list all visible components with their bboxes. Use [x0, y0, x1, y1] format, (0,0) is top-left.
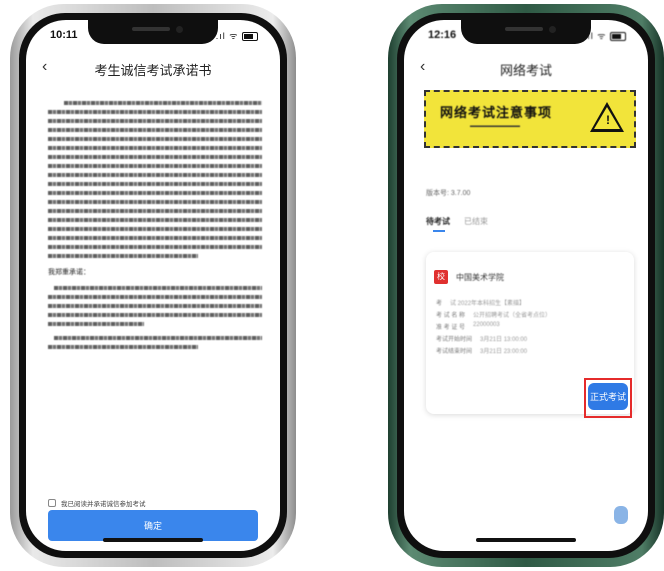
phone-exam: 12:16 .ıl ᯤ ‹ 网络考试 网络考试注意事项 ▬▬▬▬▬▬▬▬▬▬ !…: [388, 4, 664, 567]
info-row: 考试结束时间 3月21日 23:00:00: [436, 349, 528, 355]
tab-underline: [433, 230, 445, 232]
agree-checkbox[interactable]: [48, 499, 56, 507]
banner-subtext: ▬▬▬▬▬▬▬▬▬▬: [470, 123, 520, 129]
phone-pledge: 10:11 .ıl ᯤ ‹ 考生诚信考试承诺书 我郑重承诺： 我已阅读并承诺诚信…: [10, 4, 296, 567]
home-indicator[interactable]: [476, 538, 576, 542]
info-row: 考试 2022年本科招生【素描】: [436, 301, 526, 307]
notice-banner[interactable]: 网络考试注意事项 ▬▬▬▬▬▬▬▬▬▬ !: [424, 90, 636, 148]
settings-gear-icon[interactable]: ⚙: [616, 550, 636, 551]
pledge-item-2: [48, 336, 262, 349]
pledge-text: 我郑重承诺：: [48, 98, 262, 359]
version-label: 版本号: 3.7.00: [426, 190, 471, 197]
exam-tabs: 待考试 已结束: [426, 216, 488, 227]
start-exam-button[interactable]: 正式考试: [588, 383, 628, 410]
assistant-avatar-icon[interactable]: [614, 506, 628, 524]
navbar: ‹ 考生诚信考试承诺书: [26, 56, 280, 82]
tab-finished[interactable]: 已结束: [464, 216, 488, 227]
info-row: 准 考 证 号 22000003: [436, 322, 500, 331]
school-logo-icon: 校: [434, 270, 448, 284]
exclamation-icon: !: [606, 113, 610, 127]
agree-label: 我已阅读并承诺诚信参加考试: [61, 501, 146, 508]
info-row: 考试开始时间 3月21日 13:00:00: [436, 337, 528, 343]
page-title: 网络考试: [499, 63, 552, 78]
agree-row[interactable]: 我已阅读并承诺诚信参加考试: [48, 498, 146, 508]
confirm-button[interactable]: 确定: [48, 510, 258, 541]
exam-screen: 12:16 .ıl ᯤ ‹ 网络考试 网络考试注意事项 ▬▬▬▬▬▬▬▬▬▬ !…: [404, 20, 648, 551]
pledge-salutation: 我郑重承诺：: [48, 269, 90, 276]
pledge-intro: [48, 101, 262, 258]
navbar: ‹ 网络考试: [404, 56, 648, 82]
notch: [88, 20, 218, 44]
notch: [461, 20, 591, 44]
pledge-screen: 10:11 .ıl ᯤ ‹ 考生诚信考试承诺书 我郑重承诺： 我已阅读并承诺诚信…: [26, 20, 280, 551]
exam-info: 考试 2022年本科招生【素描】 考 试 名 称公开招聘考试（全省考点位） 准 …: [436, 298, 551, 358]
status-icons: .ıl ᯤ: [216, 29, 258, 42]
status-time: 10:11: [50, 29, 78, 41]
status-icons: .ıl ᯤ: [584, 29, 626, 42]
banner-title: 网络考试注意事项: [440, 105, 553, 120]
battery-icon: [242, 32, 258, 42]
phone-bezel: 12:16 .ıl ᯤ ‹ 网络考试 网络考试注意事项 ▬▬▬▬▬▬▬▬▬▬ !…: [397, 13, 655, 558]
page-title: 考生诚信考试承诺书: [94, 63, 212, 78]
battery-icon: [610, 32, 626, 42]
status-time: 12:16: [428, 29, 457, 41]
info-row: 考 试 名 称公开招聘考试（全省考点位）: [436, 313, 552, 319]
home-indicator[interactable]: [103, 538, 203, 542]
pledge-item-1: [48, 286, 262, 326]
school-name: 中国美术学院: [456, 273, 504, 282]
tab-pending[interactable]: 待考试: [426, 216, 450, 227]
phone-bezel: 10:11 .ıl ᯤ ‹ 考生诚信考试承诺书 我郑重承诺： 我已阅读并承诺诚信…: [19, 13, 287, 558]
